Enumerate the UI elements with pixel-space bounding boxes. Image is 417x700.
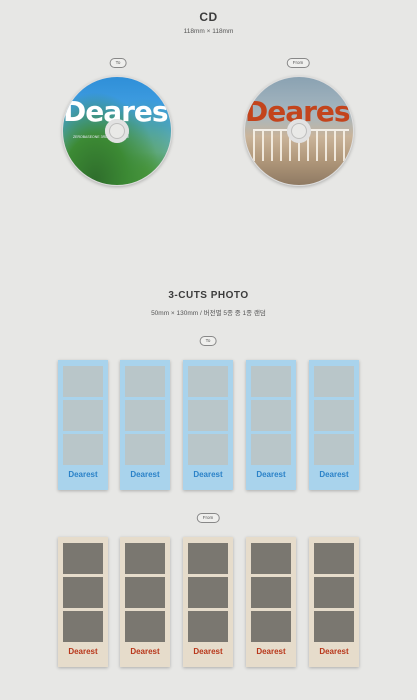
strip-label: Dearest (193, 470, 223, 479)
cd-size-label: 118mm × 118mm (183, 28, 234, 35)
photo-frame (125, 611, 165, 642)
cd-disc-from: Dearest (244, 76, 354, 186)
photo-strip-from-5: Dearest (309, 537, 359, 667)
photo-frame (251, 366, 291, 397)
photo-frame (63, 543, 103, 574)
photo-frame (188, 400, 228, 431)
photo-frame (251, 577, 291, 608)
photo-frame (314, 543, 354, 574)
strip-label: Dearest (319, 647, 349, 656)
photo-frame (125, 434, 165, 465)
photo-frame (63, 366, 103, 397)
strip-label: Dearest (130, 470, 160, 479)
photo-frame (251, 611, 291, 642)
from-strips-tag: From (196, 513, 220, 523)
to-tag: To (109, 58, 127, 68)
from-tag: From (286, 58, 310, 68)
cd-disc-to: Dearest ZEROBASEONE 3RD MINI ALBUM (62, 76, 172, 186)
strip-label: Dearest (319, 470, 349, 479)
photo-frame (125, 577, 165, 608)
cd-section-title: CD (199, 10, 218, 24)
strip-label: Dearest (256, 647, 286, 656)
photo-strip-to-1: Dearest (58, 360, 108, 490)
photo-frame (314, 434, 354, 465)
photo-frame (188, 611, 228, 642)
cd-center-hole (287, 119, 311, 143)
photo-frame (63, 611, 103, 642)
photo-frame (125, 543, 165, 574)
strip-label: Dearest (68, 647, 98, 656)
photo-frame (314, 400, 354, 431)
strip-label: Dearest (193, 647, 223, 656)
photo-frame (314, 611, 354, 642)
photo-frame (125, 400, 165, 431)
strip-label: Dearest (130, 647, 160, 656)
photo-frame (314, 577, 354, 608)
photo-strip-to-3: Dearest (183, 360, 233, 490)
photo-strip-from-3: Dearest (183, 537, 233, 667)
photo-strip-to-2: Dearest (120, 360, 170, 490)
photo-frame (63, 577, 103, 608)
photo-frame (63, 400, 103, 431)
photo-strip-to-5: Dearest (309, 360, 359, 490)
photo-strip-from-4: Dearest (246, 537, 296, 667)
photo-frame (188, 434, 228, 465)
photo-strip-from-2: Dearest (120, 537, 170, 667)
photo-frame (251, 400, 291, 431)
photo-strip-from-1: Dearest (58, 537, 108, 667)
photo-frame (314, 366, 354, 397)
photo-frame (188, 543, 228, 574)
photo-strip-to-4: Dearest (246, 360, 296, 490)
strip-label: Dearest (256, 470, 286, 479)
photo-frame (188, 366, 228, 397)
cd-center-hole (105, 119, 129, 143)
photo-frame (251, 434, 291, 465)
photo-section-title: 3-CUTS PHOTO (168, 290, 249, 301)
to-strips-tag: To (199, 336, 217, 346)
strip-label: Dearest (68, 470, 98, 479)
photo-frame (188, 577, 228, 608)
photo-size-label: 50mm × 130mm / 버전별 5종 중 1종 랜덤 (151, 310, 266, 317)
photo-frame (125, 366, 165, 397)
photo-frame (63, 434, 103, 465)
photo-frame (251, 543, 291, 574)
